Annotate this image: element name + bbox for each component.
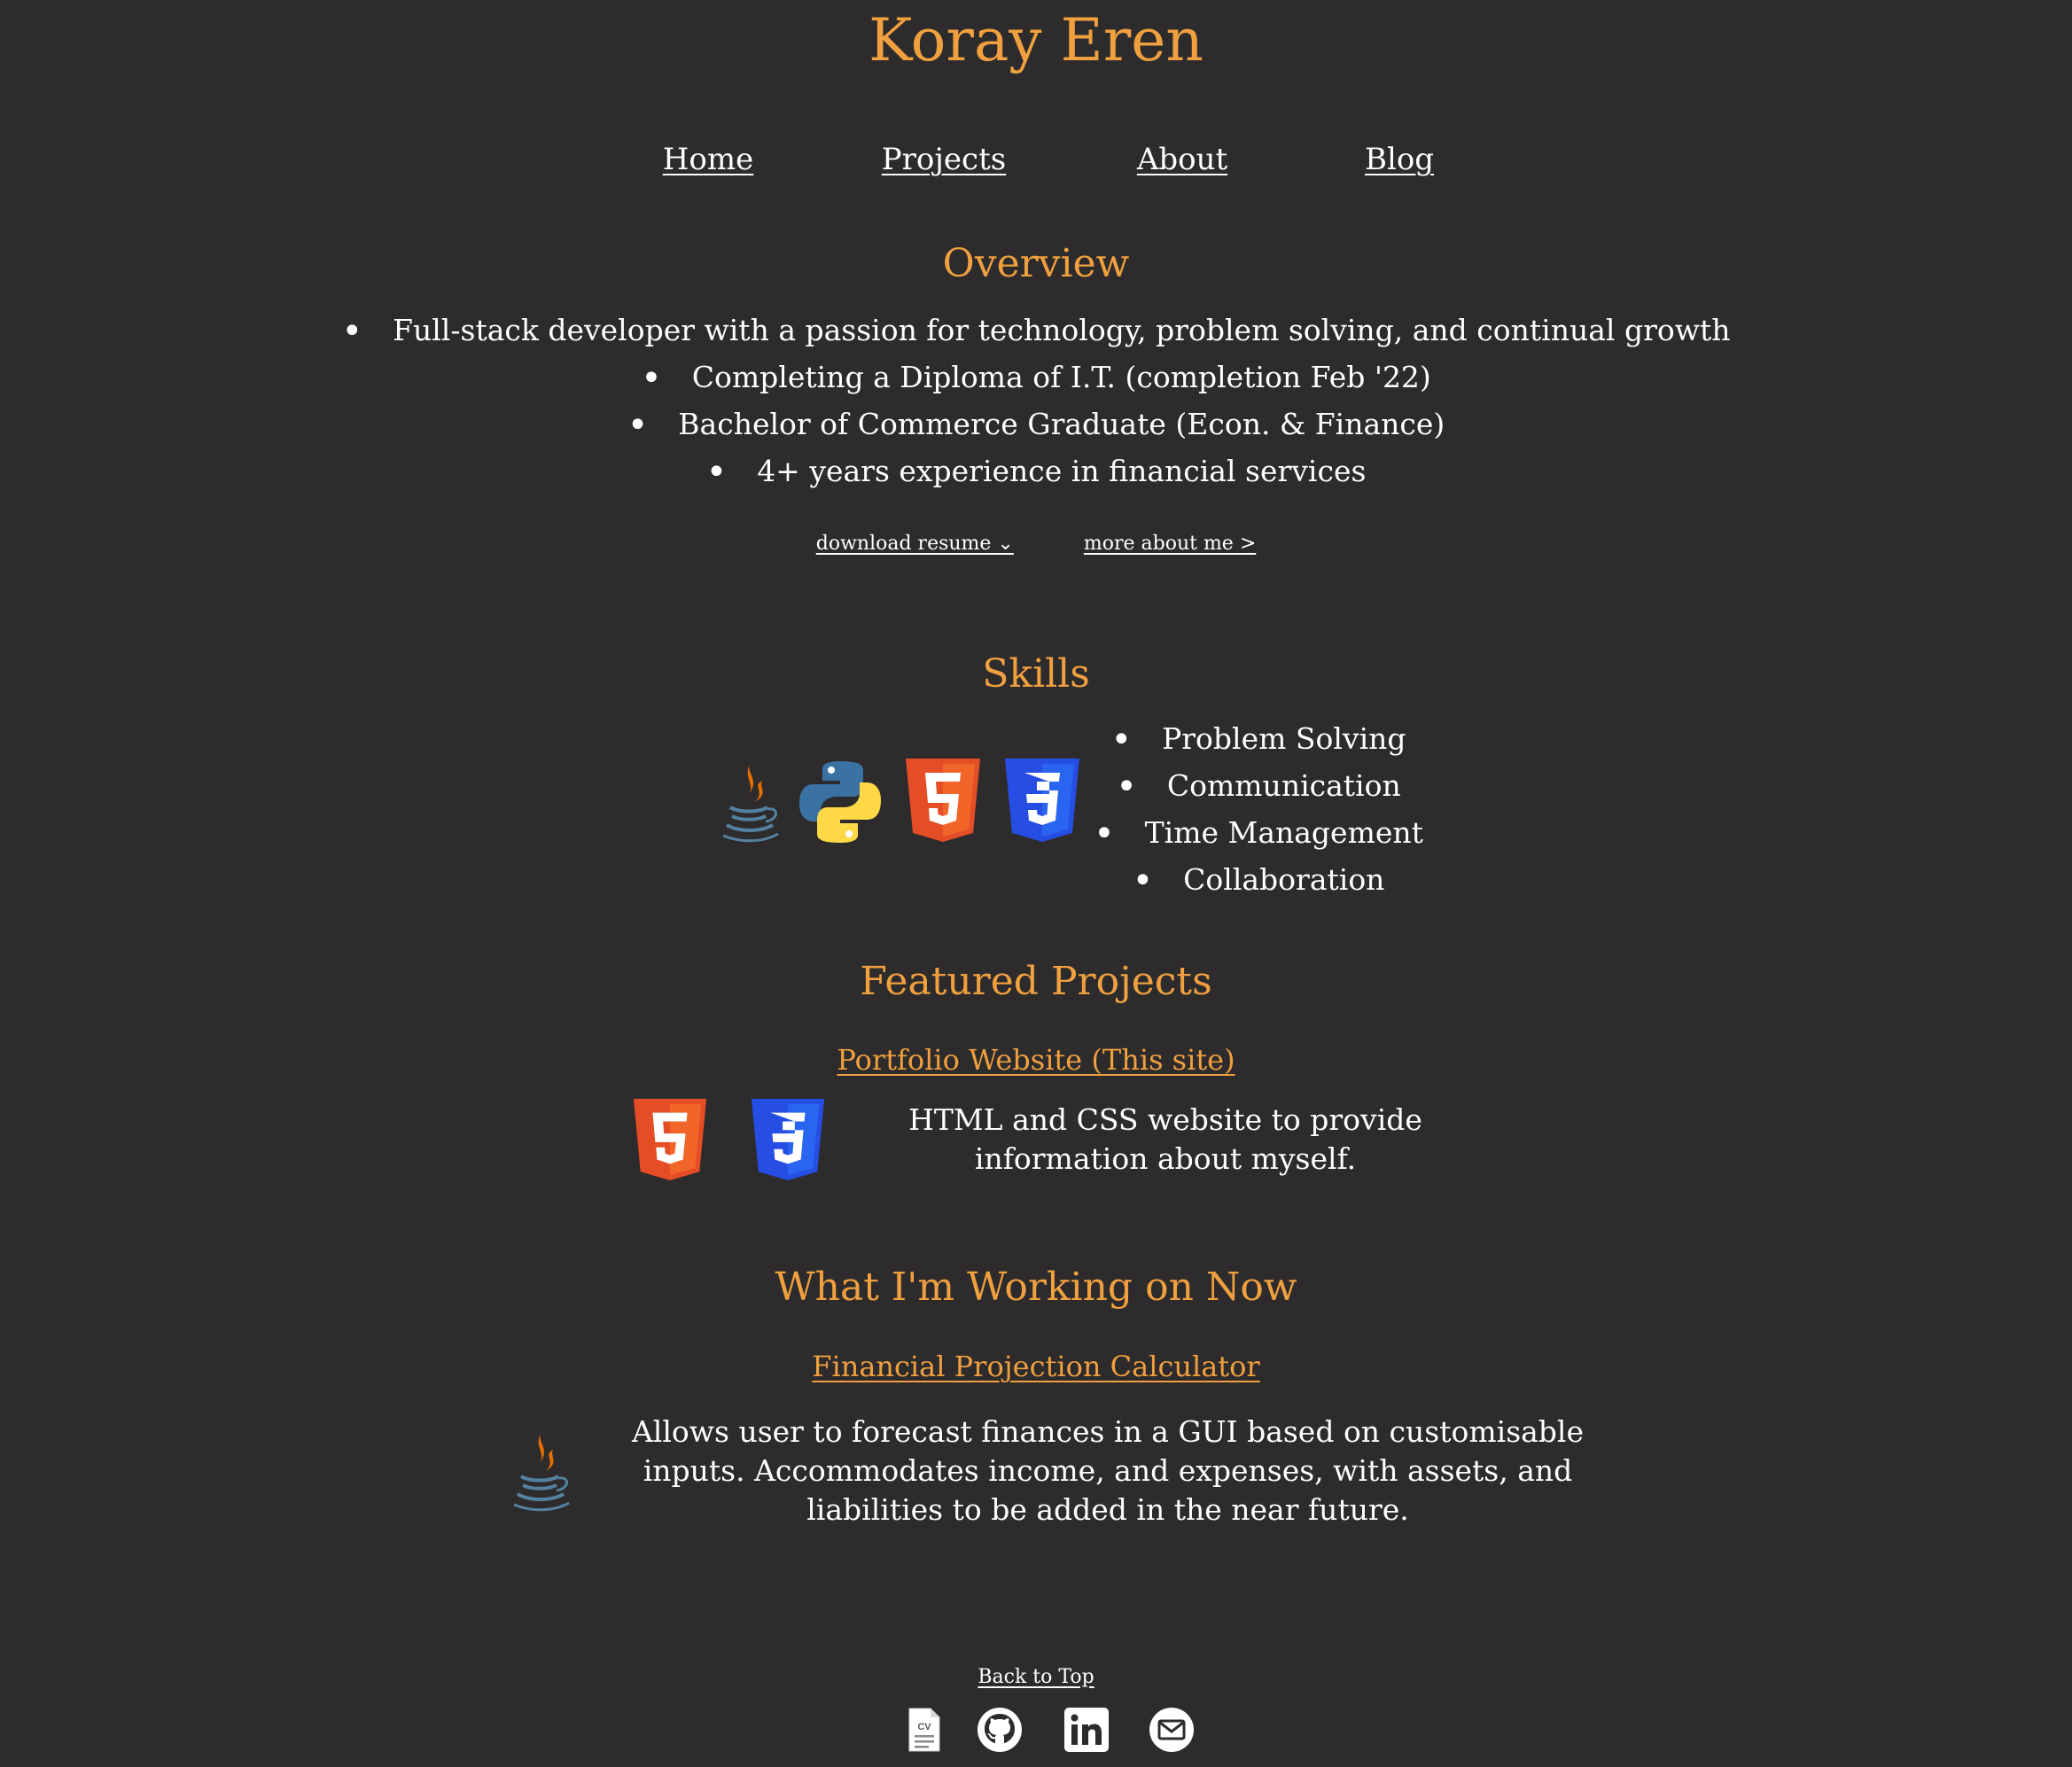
skill-item: Problem Solving bbox=[1077, 716, 1440, 763]
footer: Back to Top bbox=[0, 1662, 2072, 1693]
python-icon bbox=[799, 761, 881, 843]
skill-item: Time Management bbox=[1077, 810, 1440, 857]
page: Koray Eren Home Projects About Blog Over… bbox=[0, 0, 2072, 1767]
nav-projects-link[interactable]: Projects bbox=[882, 137, 1006, 182]
nav-home-link[interactable]: Home bbox=[663, 137, 753, 182]
nav-about-link[interactable]: About bbox=[1137, 137, 1227, 182]
overview-item: Full-stack developer with a passion for … bbox=[0, 307, 2072, 354]
overview-item: Completing a Diploma of I.T. (completion… bbox=[0, 354, 2072, 401]
skills-heading: Skills bbox=[982, 651, 1090, 697]
working-on-heading: What I'm Working on Now bbox=[775, 1265, 1297, 1310]
github-icon[interactable] bbox=[977, 1707, 1023, 1753]
cv-icon[interactable]: CV bbox=[900, 1707, 946, 1753]
main-nav: Home Projects About Blog bbox=[0, 137, 2072, 182]
portfolio-project-title: Portfolio Website (This site) bbox=[0, 1039, 2072, 1080]
overview-list: Full-stack developer with a passion for … bbox=[0, 307, 2072, 495]
portfolio-project-description: HTML and CSS website to provide informat… bbox=[908, 1102, 1422, 1176]
nav-blog-link[interactable]: Blog bbox=[1365, 137, 1434, 182]
site-title: Koray Eren bbox=[869, 6, 1203, 74]
calculator-project-title: Financial Projection Calculator bbox=[0, 1346, 2072, 1387]
calculator-project-description: Allows user to forecast finances in a GU… bbox=[631, 1414, 1585, 1527]
calculator-project-link[interactable]: Financial Projection Calculator bbox=[812, 1350, 1259, 1383]
overview-item: Bachelor of Commerce Graduate (Econ. & F… bbox=[0, 401, 2072, 448]
java-icon bbox=[722, 761, 779, 843]
java-icon bbox=[513, 1430, 570, 1512]
download-resume-link[interactable]: download resume ⌄ bbox=[816, 533, 1014, 555]
back-to-top-link[interactable]: Back to Top bbox=[978, 1666, 1094, 1688]
skill-item: Collaboration bbox=[1077, 857, 1440, 904]
cv-icon-text: CV bbox=[917, 1722, 931, 1732]
css3-icon bbox=[751, 1099, 825, 1180]
portfolio-project-link[interactable]: Portfolio Website (This site) bbox=[837, 1043, 1235, 1077]
overview-item: 4+ years experience in financial service… bbox=[0, 448, 2072, 495]
skills-list: Problem Solving Communication Time Manag… bbox=[1077, 716, 1440, 904]
overview-heading: Overview bbox=[942, 241, 1130, 286]
css3-icon bbox=[1005, 759, 1079, 842]
overview-links: download resume ⌄ more about me > bbox=[0, 529, 2072, 559]
skill-item: Communication bbox=[1077, 763, 1440, 810]
html5-icon bbox=[906, 759, 980, 842]
more-about-me-link[interactable]: more about me > bbox=[1084, 533, 1256, 555]
featured-projects-heading: Featured Projects bbox=[860, 959, 1212, 1004]
linkedin-icon[interactable] bbox=[1063, 1707, 1110, 1753]
email-icon[interactable] bbox=[1149, 1707, 1195, 1753]
html5-icon bbox=[633, 1099, 707, 1180]
